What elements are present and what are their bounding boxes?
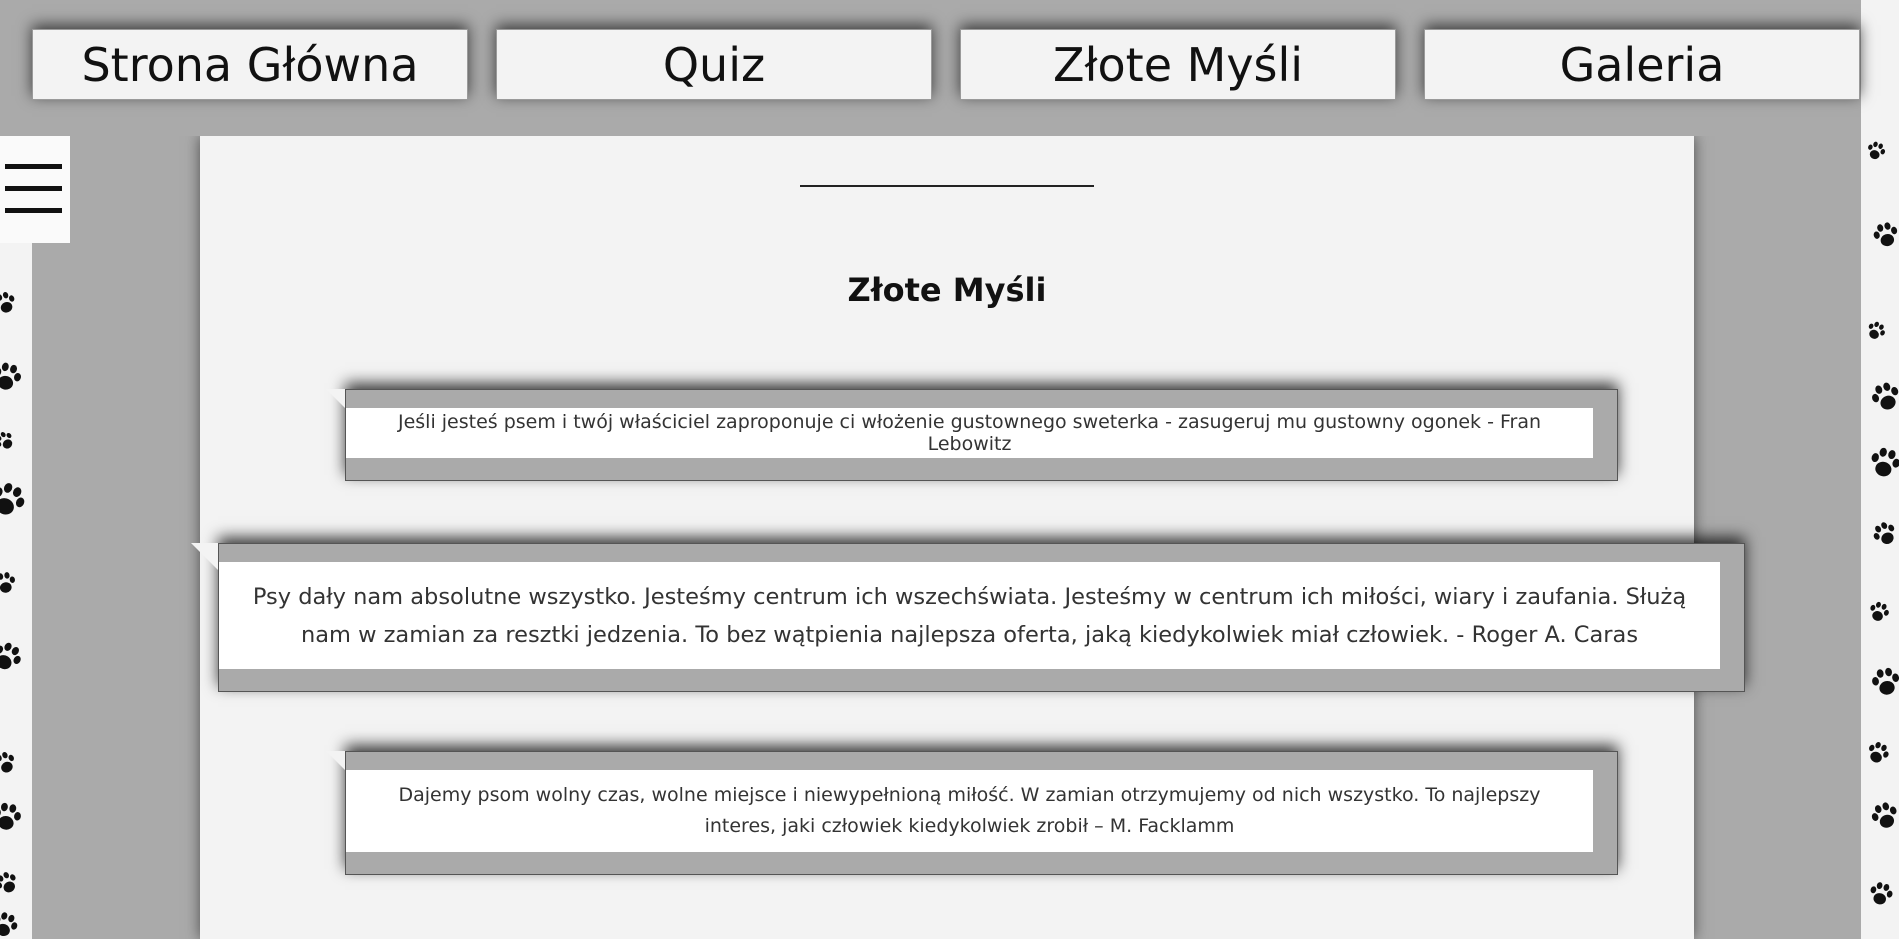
paw-print-icon — [0, 797, 27, 836]
paw-print-icon — [0, 356, 28, 398]
paw-pattern-right — [1861, 0, 1899, 939]
paw-print-icon — [1866, 662, 1899, 701]
top-navigation: Strona Główna Quiz Złote Myśli Galeria — [0, 0, 1861, 136]
right-gutter — [1694, 0, 1861, 939]
paw-print-icon — [0, 426, 20, 457]
paw-print-icon — [0, 473, 32, 526]
nav-gallery-button[interactable]: Galeria — [1424, 29, 1860, 100]
quote-text: Dajemy psom wolny czas, wolne miejsce i … — [346, 770, 1593, 852]
paw-print-icon — [1864, 795, 1899, 836]
nav-quotes-button[interactable]: Złote Myśli — [960, 29, 1396, 100]
paw-print-icon — [1861, 736, 1895, 771]
nav-home-button[interactable]: Strona Główna — [32, 29, 468, 100]
paw-print-icon — [1864, 877, 1898, 911]
paw-print-icon — [0, 568, 20, 598]
nav-quiz-button[interactable]: Quiz — [496, 29, 932, 100]
paw-print-icon — [0, 906, 24, 939]
paw-print-icon — [0, 634, 30, 680]
quote-fold-corner — [326, 751, 345, 770]
paw-print-icon — [1866, 515, 1899, 553]
paw-print-icon — [1864, 597, 1895, 628]
quote-card: Jeśli jesteś psem i twój właściciel zapr… — [345, 389, 1618, 481]
quote-text: Jeśli jesteś psem i twój właściciel zapr… — [346, 408, 1593, 458]
paw-print-icon — [1862, 137, 1890, 165]
main-content: Złote Myśli Jeśli jesteś psem i twój wła… — [191, 136, 1745, 939]
title-divider — [800, 185, 1094, 187]
quote-card: Psy dały nam absolutne wszystko. Jesteśm… — [218, 543, 1745, 692]
quote-fold-corner — [191, 543, 218, 570]
quote-fold-corner — [326, 389, 345, 408]
paw-print-icon — [1861, 316, 1891, 346]
hamburger-menu-icon[interactable] — [0, 136, 70, 243]
paw-print-icon — [1863, 441, 1899, 485]
quote-card: Dajemy psom wolny czas, wolne miejsce i … — [345, 751, 1618, 875]
quote-text: Psy dały nam absolutne wszystko. Jesteśm… — [219, 562, 1720, 669]
paw-print-icon — [0, 865, 25, 901]
paw-print-icon — [0, 286, 22, 319]
paw-print-icon — [1868, 217, 1899, 254]
paw-print-icon — [0, 746, 22, 781]
paw-print-icon — [1864, 375, 1899, 419]
page-title: Złote Myśli — [847, 271, 1047, 309]
